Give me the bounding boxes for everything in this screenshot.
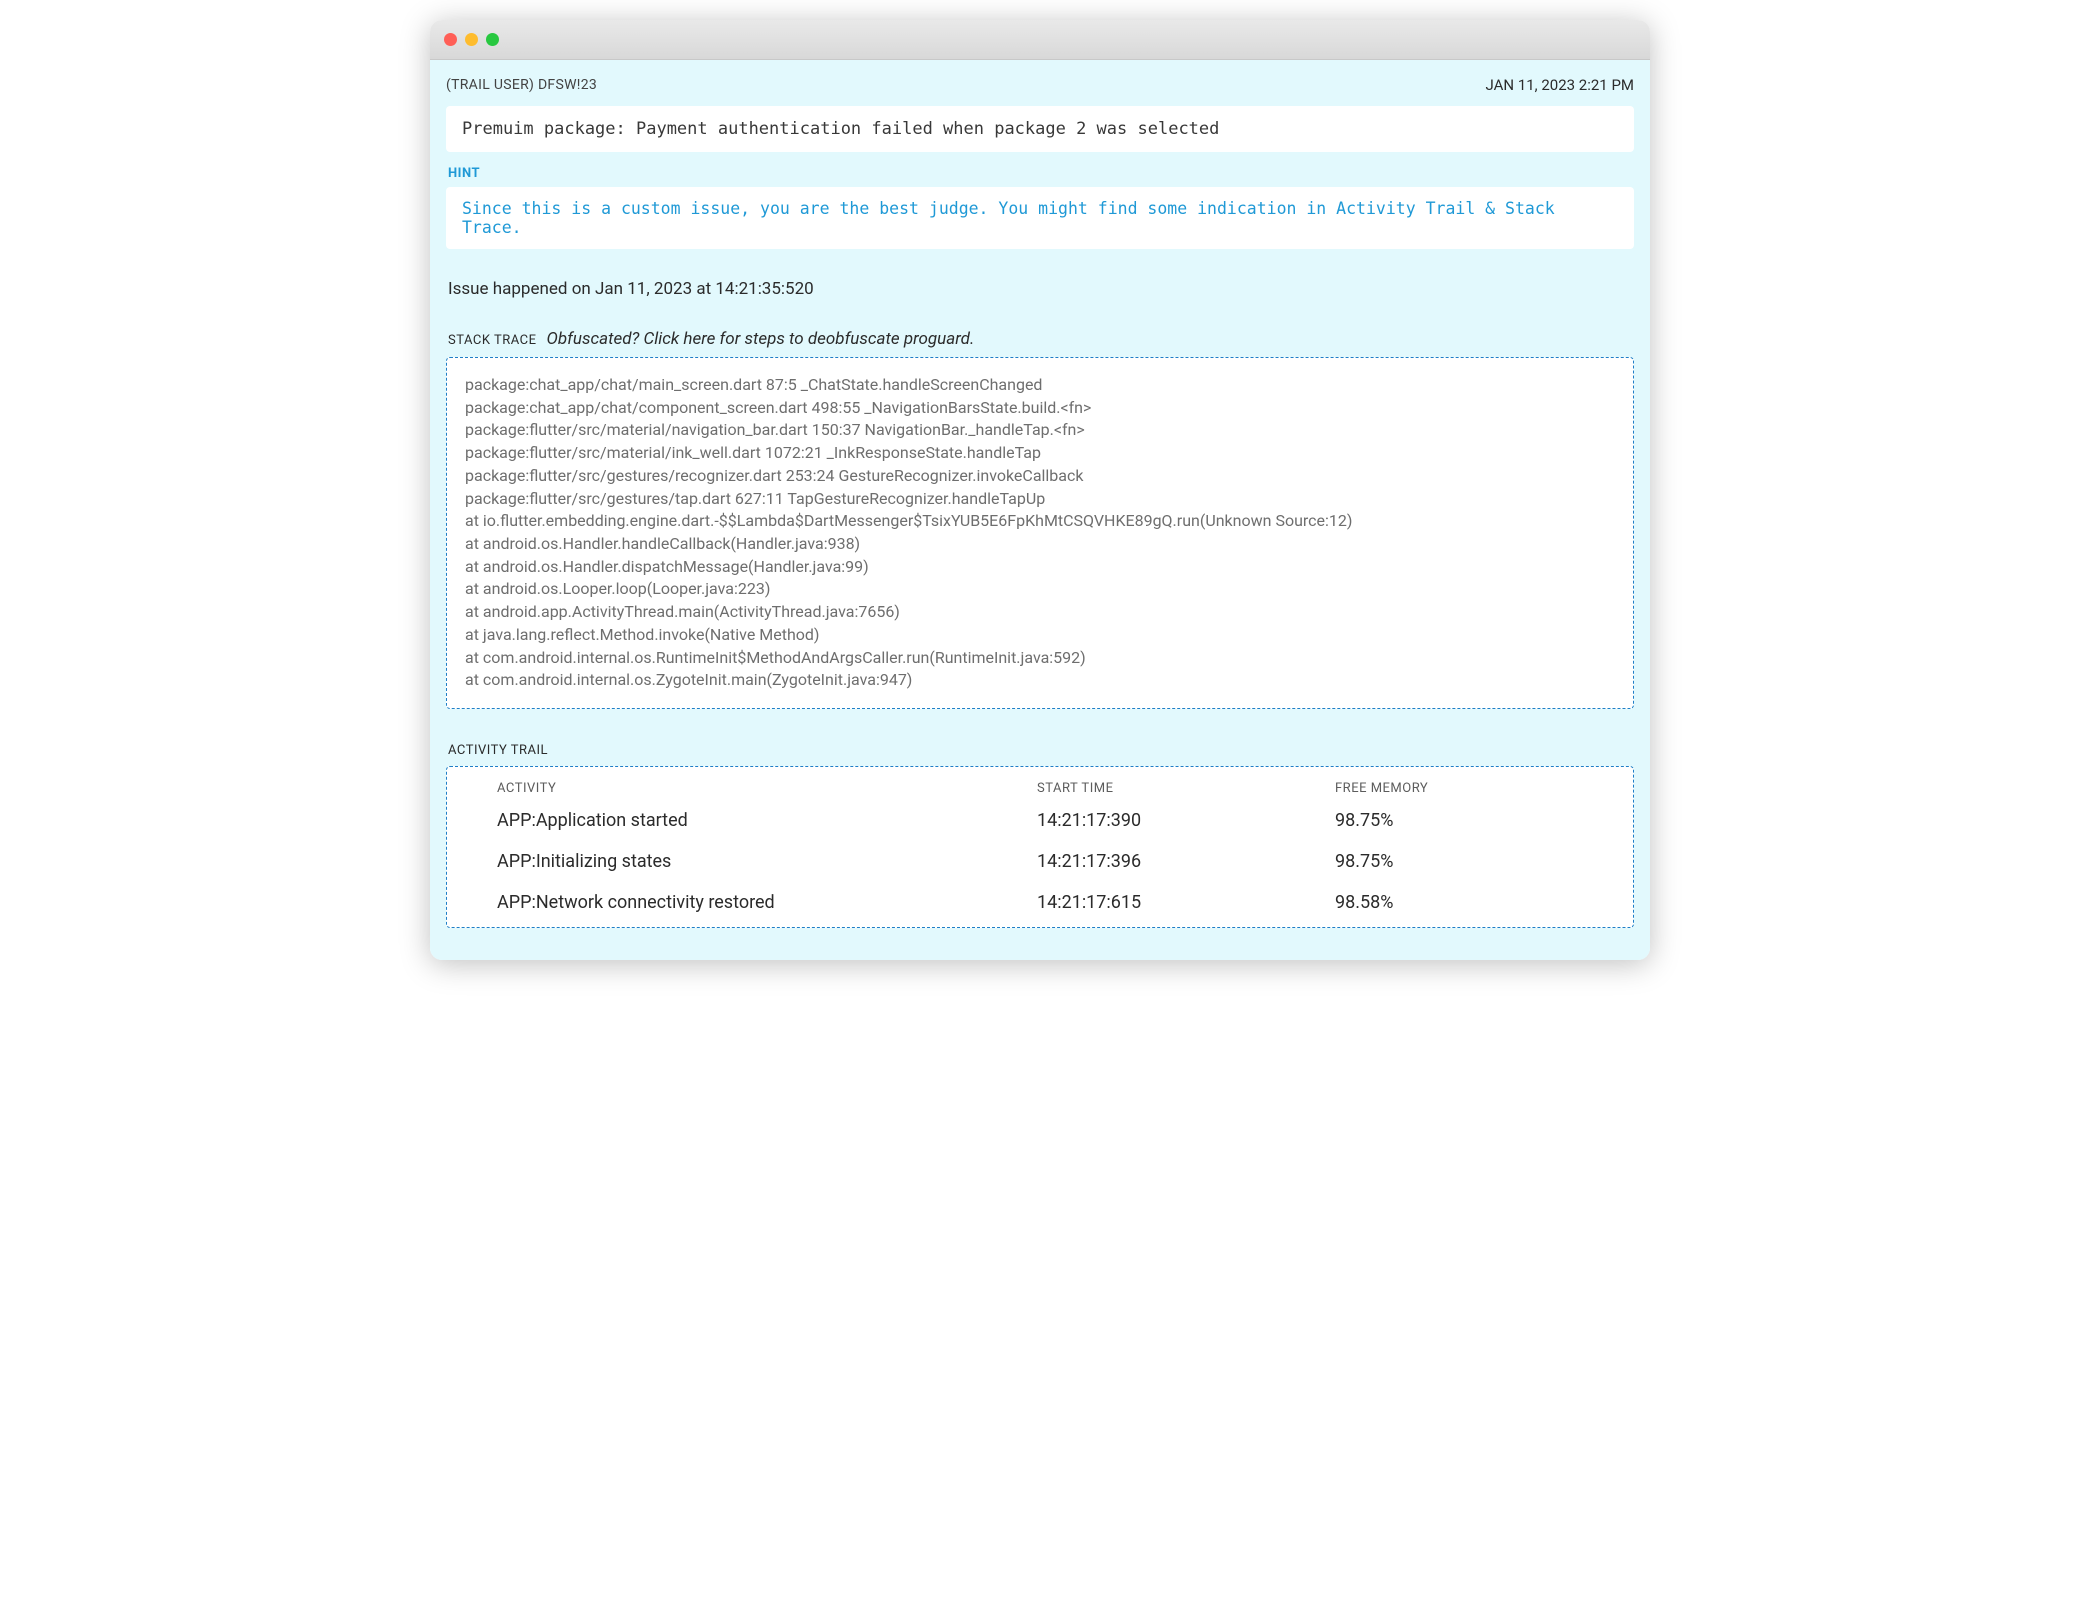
col-activity-header: ACTIVITY [497, 781, 1037, 796]
stacktrace-line: package:flutter/src/material/ink_well.da… [465, 442, 1615, 465]
activity-header: ACTIVITY START TIME FREE MEMORY [497, 781, 1615, 796]
activity-trail-box: ACTIVITY START TIME FREE MEMORY APP:Appl… [446, 766, 1634, 928]
stacktrace-line: at com.android.internal.os.ZygoteInit.ma… [465, 669, 1615, 692]
stacktrace-label: STACK TRACE [448, 333, 537, 348]
start-time-cell: 14:21:17:396 [1037, 851, 1335, 872]
deobfuscate-link[interactable]: Obfuscated? Click here for steps to deob… [547, 329, 975, 349]
stacktrace-line: package:chat_app/chat/main_screen.dart 8… [465, 374, 1615, 397]
start-time-cell: 14:21:17:615 [1037, 892, 1335, 913]
col-start-time-header: START TIME [1037, 781, 1335, 796]
hint-box: Since this is a custom issue, you are th… [446, 187, 1634, 249]
titlebar [430, 20, 1650, 60]
stacktrace-line: at android.os.Looper.loop(Looper.java:22… [465, 578, 1615, 601]
stacktrace-line: at com.android.internal.os.RuntimeInit$M… [465, 647, 1615, 670]
stacktrace-line: at java.lang.reflect.Method.invoke(Nativ… [465, 624, 1615, 647]
issue-title: Premuim package: Payment authentication … [462, 119, 1618, 139]
free-memory-cell: 98.75% [1335, 810, 1615, 831]
timestamp: JAN 11, 2023 2:21 PM [1486, 76, 1635, 94]
hint-label: HINT [448, 166, 1634, 181]
free-memory-cell: 98.58% [1335, 892, 1615, 913]
activity-trail-label: ACTIVITY TRAIL [448, 743, 1634, 758]
activity-cell: APP:Application started [497, 810, 1037, 831]
stacktrace-heading: STACK TRACE Obfuscated? Click here for s… [448, 329, 1634, 349]
stacktrace-line: package:flutter/src/gestures/recognizer.… [465, 465, 1615, 488]
stacktrace-line: at io.flutter.embedding.engine.dart.-$$L… [465, 510, 1615, 533]
free-memory-cell: 98.75% [1335, 851, 1615, 872]
issue-title-box: Premuim package: Payment authentication … [446, 106, 1634, 152]
col-free-memory-header: FREE MEMORY [1335, 781, 1615, 796]
user-label: (TRAIL USER) DFSW!23 [446, 77, 597, 93]
activity-row: APP:Application started14:21:17:39098.75… [497, 810, 1615, 831]
issue-when: Issue happened on Jan 11, 2023 at 14:21:… [448, 279, 1634, 299]
stacktrace-line: package:chat_app/chat/component_screen.d… [465, 397, 1615, 420]
stacktrace-line: at android.os.Handler.handleCallback(Han… [465, 533, 1615, 556]
activity-cell: APP:Network connectivity restored [497, 892, 1037, 913]
stacktrace-line: at android.app.ActivityThread.main(Activ… [465, 601, 1615, 624]
hint-text: Since this is a custom issue, you are th… [462, 199, 1555, 237]
close-icon[interactable] [444, 33, 457, 46]
app-window: (TRAIL USER) DFSW!23 JAN 11, 2023 2:21 P… [430, 20, 1650, 960]
traffic-lights [444, 33, 499, 46]
stacktrace-box: package:chat_app/chat/main_screen.dart 8… [446, 357, 1634, 709]
stacktrace-line: package:flutter/src/material/navigation_… [465, 419, 1615, 442]
meta-row: (TRAIL USER) DFSW!23 JAN 11, 2023 2:21 P… [446, 72, 1634, 106]
activity-row: APP:Initializing states14:21:17:39698.75… [497, 851, 1615, 872]
maximize-icon[interactable] [486, 33, 499, 46]
content-area: (TRAIL USER) DFSW!23 JAN 11, 2023 2:21 P… [430, 60, 1650, 960]
stacktrace-line: at android.os.Handler.dispatchMessage(Ha… [465, 556, 1615, 579]
start-time-cell: 14:21:17:390 [1037, 810, 1335, 831]
minimize-icon[interactable] [465, 33, 478, 46]
activity-cell: APP:Initializing states [497, 851, 1037, 872]
stacktrace-line: package:flutter/src/gestures/tap.dart 62… [465, 488, 1615, 511]
activity-row: APP:Network connectivity restored14:21:1… [497, 892, 1615, 913]
